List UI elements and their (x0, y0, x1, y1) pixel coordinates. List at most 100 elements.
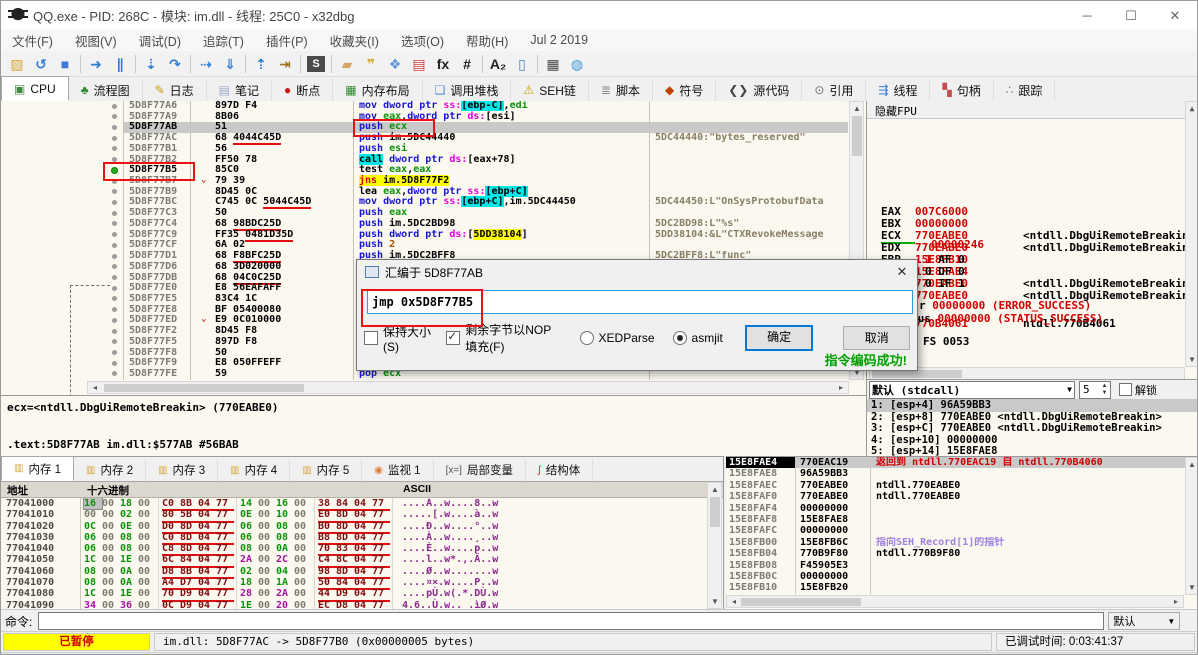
trace-record-icon[interactable]: S (307, 55, 325, 72)
dump-row[interactable]: 77041070 08 00 0A 00 A4 D7 04 77 18 00 1A 00 50 84 04 77… (1, 577, 723, 591)
stack-address[interactable]: 15E8FB04 (726, 548, 795, 559)
dump-row[interactable]: 77041080 1C 00 1E 00 70 D9 04 77 28 00 2A 00 44 D9 04 77… (1, 588, 723, 602)
step-into-icon[interactable]: ⇣ (139, 53, 163, 75)
disasm-address[interactable]: 5D8F77B1 (123, 143, 191, 155)
pause-icon[interactable]: ∥ (108, 53, 132, 75)
tab-SEH链[interactable]: ⚠ SEH链 (511, 79, 589, 101)
stack-row[interactable]: 15E8FAF0 770EABE0 ntdll.770EABE0 (726, 491, 1197, 503)
row-dot-icon[interactable] (112, 242, 117, 248)
registers-vscrollbar[interactable]: ▲ ▼ (1185, 101, 1197, 367)
tab-跟踪[interactable]: ∴ 跟踪 (994, 79, 1056, 101)
row-dot-icon[interactable] (112, 157, 117, 163)
dialog-title-bar[interactable]: 汇编于 5D8F77AB ✕ (357, 260, 917, 284)
tab-结构体[interactable]: ∫ 结构体 (526, 459, 594, 481)
row-dot-icon[interactable] (112, 199, 117, 205)
keep-size-checkbox[interactable] (364, 331, 378, 345)
stack-row[interactable]: 15E8FAF8 15E8FAE8 (726, 514, 1197, 526)
dump-col-ascii[interactable]: ASCII (403, 483, 431, 495)
tab-内存 3[interactable]: ▥ 内存 3 (146, 459, 219, 481)
row-dot-icon[interactable] (112, 253, 117, 259)
az-icon[interactable]: A₂ (486, 53, 510, 75)
stack-row[interactable]: 15E8FB10 15E8FB20 (726, 582, 1197, 594)
dump-address[interactable]: 77041030 (1, 531, 81, 544)
disasm-address[interactable]: 5D8F77FE (123, 368, 191, 380)
row-dot-icon[interactable] (112, 339, 117, 345)
dump-row[interactable]: 77041030 06 00 08 00 C0 8D 04 77 06 00 08 00 B8 8D 04 77… (1, 531, 723, 546)
ok-button[interactable]: 确定 (744, 325, 814, 351)
stack-value[interactable]: 96A59BB3 (795, 468, 870, 480)
stack-address[interactable]: 15E8FAFC (726, 525, 795, 536)
patch-icon[interactable]: ▰ (335, 53, 359, 75)
row-dot-icon[interactable] (112, 135, 117, 141)
maximize-button[interactable]: ☐ (1109, 2, 1153, 29)
run-icon[interactable]: ➜ (84, 53, 108, 75)
row-dot-icon[interactable] (112, 146, 117, 152)
stack-address[interactable]: 15E8FAF8 (726, 514, 795, 525)
stack-row[interactable]: 15E8FAF4 00000000 (726, 502, 1197, 515)
stack-pane[interactable]: 15E8FAE4 770EAC19 返回到 ntdll.770EAC19 自 ntd… (726, 456, 1197, 609)
row-dot-icon[interactable] (112, 307, 117, 313)
tab-调用堆栈[interactable]: ❏ 调用堆栈 (423, 79, 512, 101)
dump-address[interactable]: 77041010 (1, 509, 81, 521)
dump-address[interactable]: 77041060 (1, 565, 81, 578)
menu-item[interactable]: 视图(V) (64, 31, 128, 50)
stack-address[interactable]: 15E8FB00 (726, 537, 795, 548)
step-down-icon[interactable]: ⇓ (218, 53, 242, 75)
dump-row[interactable]: 77041020 0C 00 0E 00 D0 8D 04 77 06 00 08 00 B0 8D 04 77… (1, 520, 723, 534)
row-dot-icon[interactable] (112, 114, 117, 120)
menu-item[interactable]: 收藏夹(I) (319, 31, 390, 50)
menu-item[interactable]: 选项(O) (390, 31, 455, 50)
stack-value[interactable]: 00000000 (795, 571, 870, 583)
stack-value[interactable]: 15E8FAE8 (795, 514, 870, 526)
stack-row[interactable]: 15E8FB00 15E8FB6C 指向SEH_Record[1]的指针 (726, 536, 1197, 549)
close-button[interactable]: ✕ (1153, 2, 1197, 29)
menu-item[interactable]: 帮助(H) (455, 31, 519, 50)
tab-局部变量[interactable]: [x=] 局部变量 (434, 459, 526, 481)
dump-address[interactable]: 77041000 (1, 498, 81, 510)
label-icon[interactable]: ❖ (383, 53, 407, 75)
stack-value[interactable]: 15E8FB6C (795, 536, 870, 549)
tab-线程[interactable]: ⇶ 线程 (866, 79, 931, 101)
tab-符号[interactable]: ◆ 符号 (653, 79, 717, 101)
open-file-icon[interactable]: ▨ (5, 53, 29, 75)
stop-icon[interactable]: ■ (53, 53, 77, 75)
dump-row[interactable]: 77041050 1C 00 1E 00 6C 84 04 77 2A 00 2C 00 C4 8C 04 77… (1, 554, 723, 568)
modules-icon[interactable]: ▯ (510, 53, 534, 75)
stack-row[interactable]: 15E8FB0C 00000000 (726, 571, 1197, 583)
tab-句柄[interactable]: ▚ 句柄 (930, 79, 994, 101)
row-dot-icon[interactable] (112, 178, 117, 184)
stack-address[interactable]: 15E8FB08 (726, 560, 795, 571)
minimize-button[interactable]: ─ (1065, 2, 1109, 29)
fill-nop-checkbox[interactable] (446, 329, 461, 345)
restart-icon[interactable]: ↺ (29, 53, 53, 75)
cancel-button[interactable]: 取消 (843, 326, 911, 350)
stack-address[interactable]: 15E8FB0C (726, 571, 795, 582)
stack-address[interactable]: 15E8FAE4 (726, 457, 795, 469)
calling-convention-dropdown[interactable]: 默认 (stdcall) ▼ (869, 380, 1075, 399)
stack-value[interactable]: F45905E3 (795, 559, 870, 572)
step-over-icon[interactable]: ↷ (163, 53, 187, 75)
comment-icon[interactable]: ❞ (359, 53, 383, 75)
tab-笔记[interactable]: ▤ 笔记 (207, 79, 273, 101)
preferences-globe-icon[interactable]: ◍ (565, 53, 589, 75)
tab-断点[interactable]: ● 断点 (272, 79, 334, 101)
hide-fpu-button[interactable]: 隐藏FPU (867, 101, 1197, 119)
stack-address[interactable]: 15E8FB10 (726, 582, 795, 593)
menu-item[interactable]: Jul 2 2019 (519, 33, 599, 47)
row-dot-icon[interactable] (112, 350, 117, 356)
unlock-checkbox[interactable] (1119, 383, 1132, 396)
bookmark-icon[interactable]: ▤ (407, 53, 431, 75)
menu-item[interactable]: 插件(P) (255, 31, 319, 50)
run-to-selection-icon[interactable]: ⇢ (194, 53, 218, 75)
argument-row[interactable]: 2: [esp+8] 770EABE0 <ntdll.DbgUiRemoteBr… (867, 412, 1197, 424)
argument-row[interactable]: 3: [esp+C] 770EABE0 <ntdll.DbgUiRemoteBr… (867, 423, 1197, 435)
stack-value[interactable]: 00000000 (795, 502, 870, 515)
row-dot-icon[interactable] (112, 328, 117, 334)
tab-源代码[interactable]: ❮❯ 源代码 (716, 79, 803, 101)
row-dot-icon[interactable] (112, 189, 117, 195)
dump-col-hex[interactable]: 十六进制 (87, 483, 129, 498)
disassembly-hscrollbar[interactable]: ◂ ▸ (87, 381, 849, 394)
row-dot-icon[interactable] (112, 221, 117, 227)
row-dot-icon[interactable] (112, 360, 117, 366)
stack-row[interactable]: 15E8FAFC 00000000 (726, 525, 1197, 537)
